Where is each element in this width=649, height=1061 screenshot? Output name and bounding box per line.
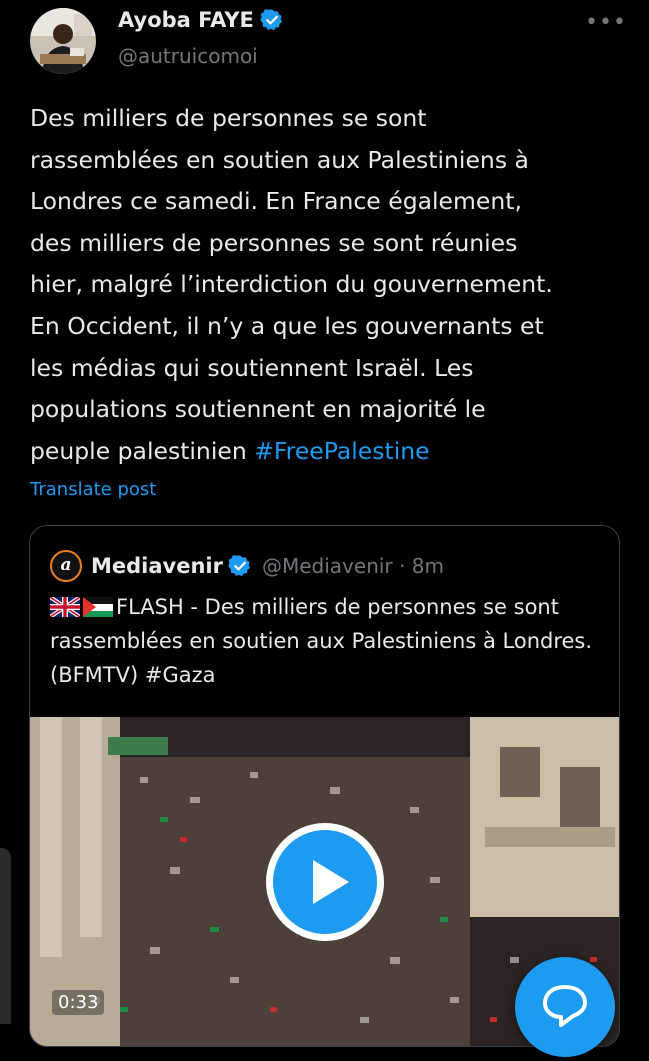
author-name[interactable]: Ayoba FAYE — [118, 8, 254, 32]
video-duration: 0:33 — [52, 990, 105, 1015]
more-horizontal-icon: ••• — [585, 10, 627, 35]
verified-badge-icon — [228, 555, 250, 577]
quoted-author-name[interactable]: Mediavenir — [91, 554, 223, 578]
side-edge-handle[interactable] — [0, 848, 11, 1024]
play-button[interactable] — [266, 823, 384, 941]
quoted-post-header: a Mediavenir @Mediavenir · 8m — [50, 549, 444, 583]
quoted-handle-time: @Mediavenir · 8m — [261, 554, 444, 578]
quoted-post-text: FLASH - Des milliers de personnes se son… — [50, 590, 610, 692]
post-text: Des milliers de personnes se sont rassem… — [30, 98, 630, 472]
author-avatar[interactable] — [30, 8, 96, 74]
author-handle[interactable]: @autruicomoi — [118, 44, 258, 68]
play-icon — [313, 860, 349, 904]
translate-post-link[interactable]: Translate post — [30, 479, 156, 500]
more-options-button[interactable]: ••• — [585, 6, 627, 40]
post-body: Des milliers de personnes se sont rassem… — [30, 104, 553, 465]
palestine-flag-icon — [83, 597, 113, 617]
quoted-post-body: FLASH - Des milliers de personnes se son… — [50, 595, 593, 687]
hashtag-link[interactable]: #FreePalestine — [254, 437, 429, 465]
avatar-photo — [30, 8, 96, 74]
reply-bubble-icon — [543, 985, 587, 1027]
post-header: Ayoba FAYE @autruicomoi ••• — [0, 0, 649, 90]
uk-flag-icon — [50, 597, 80, 617]
mediavenir-logo-icon[interactable]: a — [50, 550, 82, 582]
verified-badge-icon — [260, 9, 282, 31]
compose-reply-button[interactable] — [515, 957, 615, 1057]
